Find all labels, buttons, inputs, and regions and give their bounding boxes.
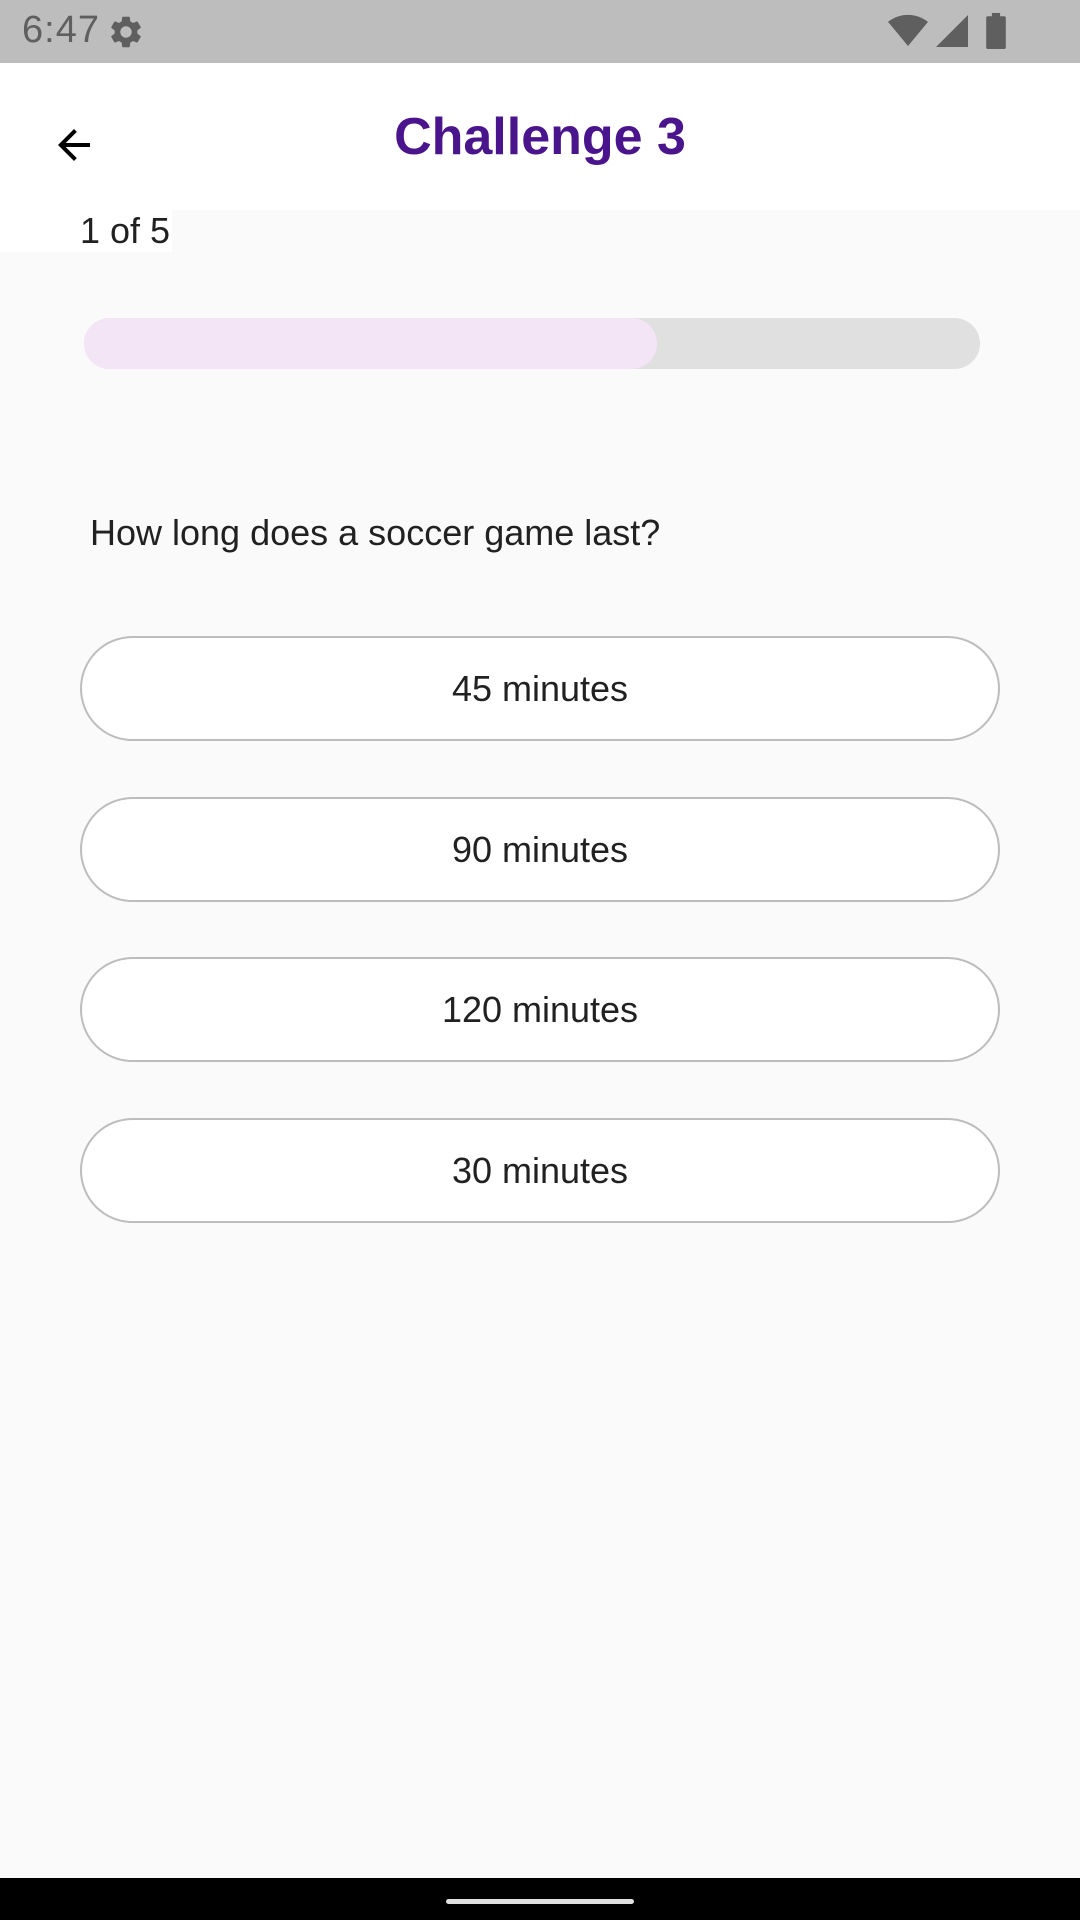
gear-icon (111, 16, 141, 48)
arrow-back-icon (58, 129, 90, 161)
status-time: 6:47 (22, 9, 100, 51)
answer-button[interactable]: 45 minutes (80, 636, 1000, 741)
answer-button[interactable]: 120 minutes (80, 957, 1000, 1062)
progress-fill (84, 318, 658, 369)
question-text: How long does a soccer game last? (90, 512, 661, 553)
page-title: Challenge 3 (394, 107, 686, 166)
battery-icon (986, 13, 1006, 49)
wifi-icon (888, 14, 928, 47)
answer-button[interactable]: 90 minutes (80, 797, 1000, 902)
back-button[interactable] (32, 103, 116, 187)
home-indicator[interactable] (446, 1899, 634, 1904)
question-counter: 1 of 5 (80, 210, 171, 251)
signal-icon (936, 15, 968, 47)
progress-bar (84, 318, 980, 369)
answer-button[interactable]: 30 minutes (80, 1118, 1000, 1223)
app-bar: Challenge 3 (0, 63, 1080, 210)
status-bar: 6:47 (0, 0, 1080, 63)
